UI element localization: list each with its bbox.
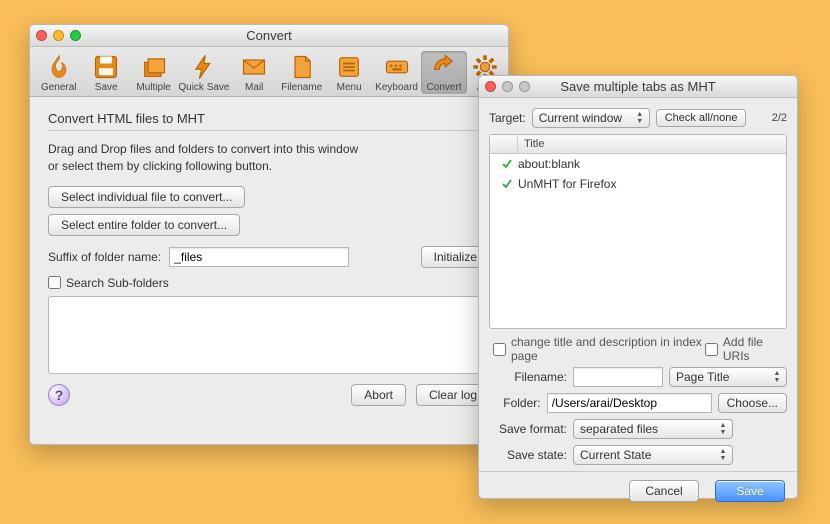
suffix-label: Suffix of folder name: bbox=[48, 250, 161, 264]
chevron-updown-icon: ▲▼ bbox=[717, 448, 729, 462]
list-item[interactable]: about:blank bbox=[490, 154, 786, 174]
flame-icon bbox=[45, 53, 73, 81]
folder-input[interactable] bbox=[547, 393, 712, 413]
menu-icon bbox=[335, 53, 363, 81]
format-label: Save format: bbox=[489, 422, 567, 436]
chevron-updown-icon: ▲▼ bbox=[634, 111, 646, 125]
stack-icon bbox=[140, 53, 168, 81]
titlebar[interactable]: Save multiple tabs as MHT bbox=[479, 76, 797, 98]
instruction-text: Drag and Drop files and folders to conve… bbox=[48, 141, 490, 176]
toolbar-general[interactable]: General bbox=[36, 51, 81, 94]
zoom-icon[interactable] bbox=[70, 30, 81, 41]
toolbar-menu[interactable]: Menu bbox=[326, 51, 371, 94]
list-header: Title bbox=[490, 135, 786, 154]
change-title-check[interactable]: change title and description in index pa… bbox=[493, 335, 705, 363]
choose-button[interactable]: Choose... bbox=[718, 393, 787, 413]
folder-label: Folder: bbox=[489, 396, 541, 410]
window-title: Convert bbox=[30, 28, 508, 43]
bolt-icon bbox=[190, 53, 218, 81]
suffix-input[interactable] bbox=[169, 247, 349, 267]
state-select[interactable]: Current State ▲▼ bbox=[573, 445, 733, 465]
checkbox-icon[interactable] bbox=[48, 276, 61, 289]
search-subfolders-check[interactable]: Search Sub-folders bbox=[48, 276, 490, 290]
abort-button[interactable]: Abort bbox=[351, 384, 406, 406]
toolbar-quicksave[interactable]: Quick Save bbox=[178, 51, 229, 94]
toolbar-mail[interactable]: Mail bbox=[232, 51, 277, 94]
toolbar-save[interactable]: Save bbox=[83, 51, 128, 94]
save-tabs-window: Save multiple tabs as MHT Target: Curren… bbox=[478, 75, 798, 499]
log-output bbox=[48, 296, 490, 374]
state-label: Save state: bbox=[489, 448, 567, 462]
minimize-icon[interactable] bbox=[53, 30, 64, 41]
toolbar-filename[interactable]: Filename bbox=[279, 51, 324, 94]
checkbox-icon[interactable] bbox=[705, 343, 718, 356]
minimize-icon bbox=[502, 81, 513, 92]
file-icon bbox=[288, 53, 316, 81]
save-button[interactable]: Save bbox=[715, 480, 785, 502]
titlebar[interactable]: Convert bbox=[30, 25, 508, 47]
convert-window: Convert General Save Multiple Quick Save… bbox=[29, 24, 509, 445]
toolbar: General Save Multiple Quick Save Mail Fi… bbox=[30, 47, 508, 97]
dialog-buttons: Cancel Save bbox=[479, 471, 797, 514]
tab-list[interactable]: Title about:blank UnMHT for Firefox bbox=[489, 134, 787, 329]
cancel-button[interactable]: Cancel bbox=[629, 480, 699, 502]
close-icon[interactable] bbox=[36, 30, 47, 41]
format-select[interactable]: separated files ▲▼ bbox=[573, 419, 733, 439]
toolbar-keyboard[interactable]: Keyboard bbox=[374, 51, 419, 94]
convert-icon bbox=[430, 53, 458, 81]
chevron-updown-icon: ▲▼ bbox=[771, 370, 783, 384]
help-button[interactable]: ? bbox=[48, 384, 70, 406]
zoom-icon bbox=[519, 81, 530, 92]
save-icon bbox=[92, 53, 120, 81]
check-all-button[interactable]: Check all/none bbox=[656, 109, 747, 127]
mail-icon bbox=[240, 53, 268, 81]
toolbar-multiple[interactable]: Multiple bbox=[131, 51, 176, 94]
checkbox-icon[interactable] bbox=[493, 343, 506, 356]
filename-input[interactable] bbox=[573, 367, 663, 387]
chevron-updown-icon: ▲▼ bbox=[717, 422, 729, 436]
traffic-lights[interactable] bbox=[36, 30, 81, 41]
section-title: Convert HTML files to MHT bbox=[48, 111, 490, 126]
close-icon[interactable] bbox=[485, 81, 496, 92]
traffic-lights[interactable] bbox=[485, 81, 530, 92]
selection-count: 2/2 bbox=[772, 112, 787, 124]
select-file-button[interactable]: Select individual file to convert... bbox=[48, 186, 245, 208]
target-label: Target: bbox=[489, 111, 526, 125]
add-uris-check[interactable]: Add file URIs bbox=[705, 335, 783, 363]
filename-label: Filename: bbox=[489, 370, 567, 384]
toolbar-convert[interactable]: Convert bbox=[421, 51, 466, 94]
select-folder-button[interactable]: Select entire folder to convert... bbox=[48, 214, 240, 236]
keyboard-icon bbox=[383, 53, 411, 81]
content-area: Convert HTML files to MHT Drag and Drop … bbox=[30, 97, 508, 418]
list-item[interactable]: UnMHT for Firefox bbox=[490, 174, 786, 194]
check-icon bbox=[496, 178, 518, 190]
check-icon bbox=[496, 158, 518, 170]
divider bbox=[48, 130, 490, 131]
filename-mode-select[interactable]: Page Title ▲▼ bbox=[669, 367, 787, 387]
target-select[interactable]: Current window ▲▼ bbox=[532, 108, 650, 128]
